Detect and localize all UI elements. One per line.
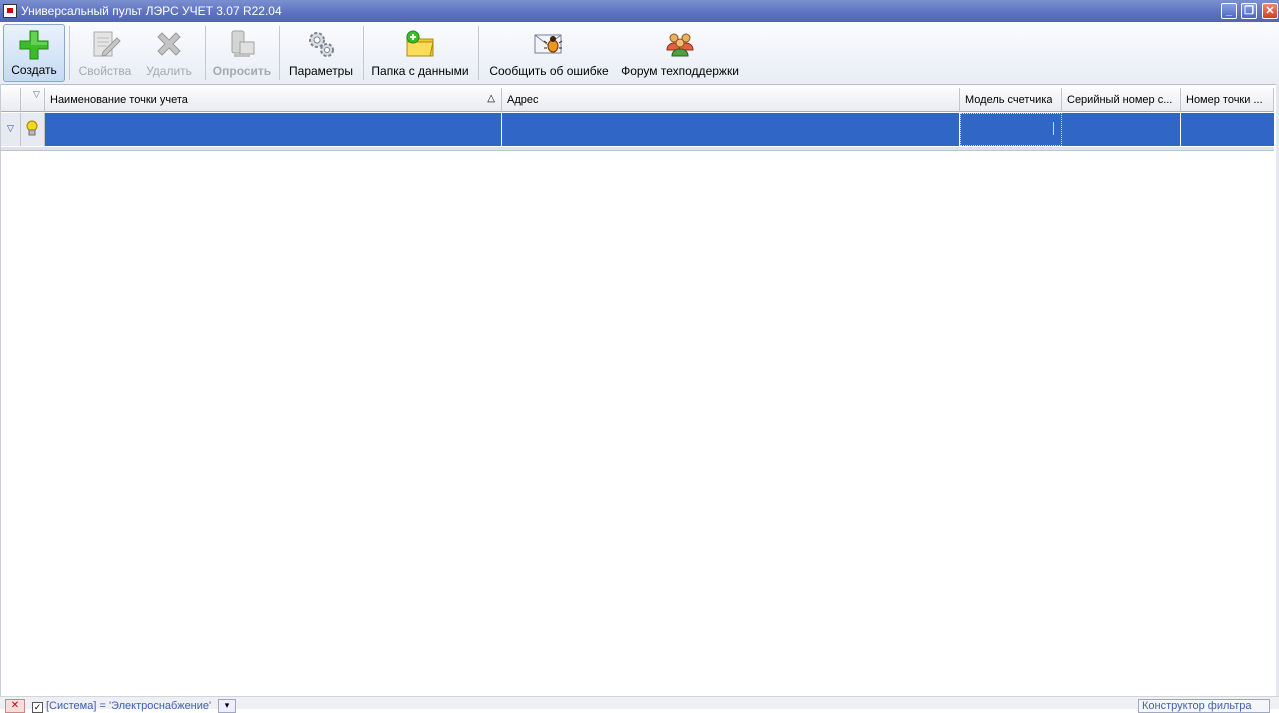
forum-button[interactable]: Форум техподдержки <box>618 24 742 82</box>
toolbar-separator <box>69 26 70 80</box>
properties-label: Свойства <box>78 64 132 78</box>
delete-button[interactable]: Удалить <box>138 24 200 82</box>
metering-points-grid: ▽ Наименование точки учета △ Адрес Модел… <box>1 88 1274 148</box>
check-icon: ✓ <box>33 702 42 712</box>
column-header-address-label: Адрес <box>507 94 539 106</box>
report-error-button[interactable]: Сообщить об ошибке <box>484 24 614 82</box>
close-button[interactable]: ✕ <box>1262 3 1278 19</box>
row-indicator[interactable]: ▽ <box>1 113 21 146</box>
delete-label: Удалить <box>146 64 192 78</box>
parameters-label: Параметры <box>289 64 353 78</box>
restore-button[interactable]: ❐ <box>1241 3 1257 19</box>
poll-button[interactable]: Опросить <box>209 24 275 82</box>
window-title: Универсальный пульт ЛЭРС УЧЕТ 3.07 R22.0… <box>21 4 282 18</box>
folder-icon <box>406 30 434 57</box>
toolbar-separator <box>205 26 206 80</box>
poll-label: Опросить <box>212 64 272 78</box>
toolbar-separator <box>279 26 280 80</box>
data-folder-label: Папка с данными <box>371 64 469 78</box>
row-filter-icon: ▽ <box>7 123 14 133</box>
header-icon-column[interactable]: ▽ <box>21 88 45 112</box>
poll-device-icon <box>231 30 255 57</box>
left-border <box>0 84 1 696</box>
cell-point-number[interactable] <box>1181 113 1274 146</box>
chevron-down-icon: ▾ <box>224 700 230 710</box>
filter-builder-label: Конструктор фильтра <box>1142 700 1252 712</box>
title-bar: Универсальный пульт ЛЭРС УЧЕТ 3.07 R22.0… <box>0 0 1279 22</box>
forum-label: Форум техподдержки <box>621 64 739 78</box>
column-header-address[interactable]: Адрес <box>502 88 960 112</box>
toolbar: Создать Свойства Удалить Опросить Параме… <box>0 22 1279 85</box>
column-header-meter-model-label: Модель счетчика <box>965 94 1053 106</box>
cell-serial[interactable] <box>1062 113 1181 146</box>
column-header-name-label: Наименование точки учета <box>50 94 188 106</box>
column-filter-icon[interactable]: ▽ <box>33 89 40 100</box>
toolbar-separator <box>478 26 479 80</box>
text-cursor <box>1053 122 1054 135</box>
clear-filter-button[interactable]: ✕ <box>5 699 25 713</box>
column-header-serial-label: Серийный номер с... <box>1067 94 1173 106</box>
header-corner[interactable] <box>1 88 21 112</box>
data-folder-button[interactable]: Папка с данными <box>367 24 473 82</box>
sort-ascending-icon: △ <box>487 93 495 104</box>
minimize-button[interactable]: _ <box>1221 3 1237 19</box>
filter-builder-button[interactable]: Конструктор фильтра <box>1138 699 1270 713</box>
row-icon-cell[interactable] <box>21 113 45 146</box>
column-header-name[interactable]: Наименование точки учета △ <box>45 88 502 112</box>
filter-expression-link[interactable]: [Система] = 'Электроснабжение' <box>46 700 211 712</box>
plus-icon <box>19 30 49 60</box>
column-header-meter-model[interactable]: Модель счетчика <box>960 88 1062 112</box>
edit-document-icon <box>93 31 121 57</box>
create-button[interactable]: Создать <box>3 24 65 82</box>
cell-name[interactable] <box>45 113 502 146</box>
report-error-label: Сообщить об ошибке <box>489 64 609 78</box>
properties-button[interactable]: Свойства <box>74 24 136 82</box>
close-icon: ✕ <box>10 700 20 711</box>
users-group-icon <box>666 33 694 57</box>
create-label: Создать <box>11 63 57 77</box>
parameters-button[interactable]: Параметры <box>283 24 359 82</box>
cell-address[interactable] <box>502 113 960 146</box>
grid-footer-divider <box>1 147 1274 151</box>
bug-envelope-icon <box>534 34 563 54</box>
filter-panel: ✕ ✓ [Система] = 'Электроснабжение' ▾ Кон… <box>0 696 1279 713</box>
column-header-point-number-label: Номер точки ... <box>1186 94 1263 106</box>
column-header-serial[interactable]: Серийный номер с... <box>1062 88 1181 112</box>
toolbar-separator <box>363 26 364 80</box>
gears-icon <box>309 32 334 57</box>
delete-x-icon <box>157 32 181 56</box>
column-header-point-number[interactable]: Номер точки ... <box>1181 88 1274 112</box>
filter-history-dropdown[interactable]: ▾ <box>218 699 236 713</box>
cell-meter-model[interactable] <box>960 113 1062 146</box>
lightbulb-icon <box>26 120 38 136</box>
app-icon[interactable] <box>3 4 17 18</box>
